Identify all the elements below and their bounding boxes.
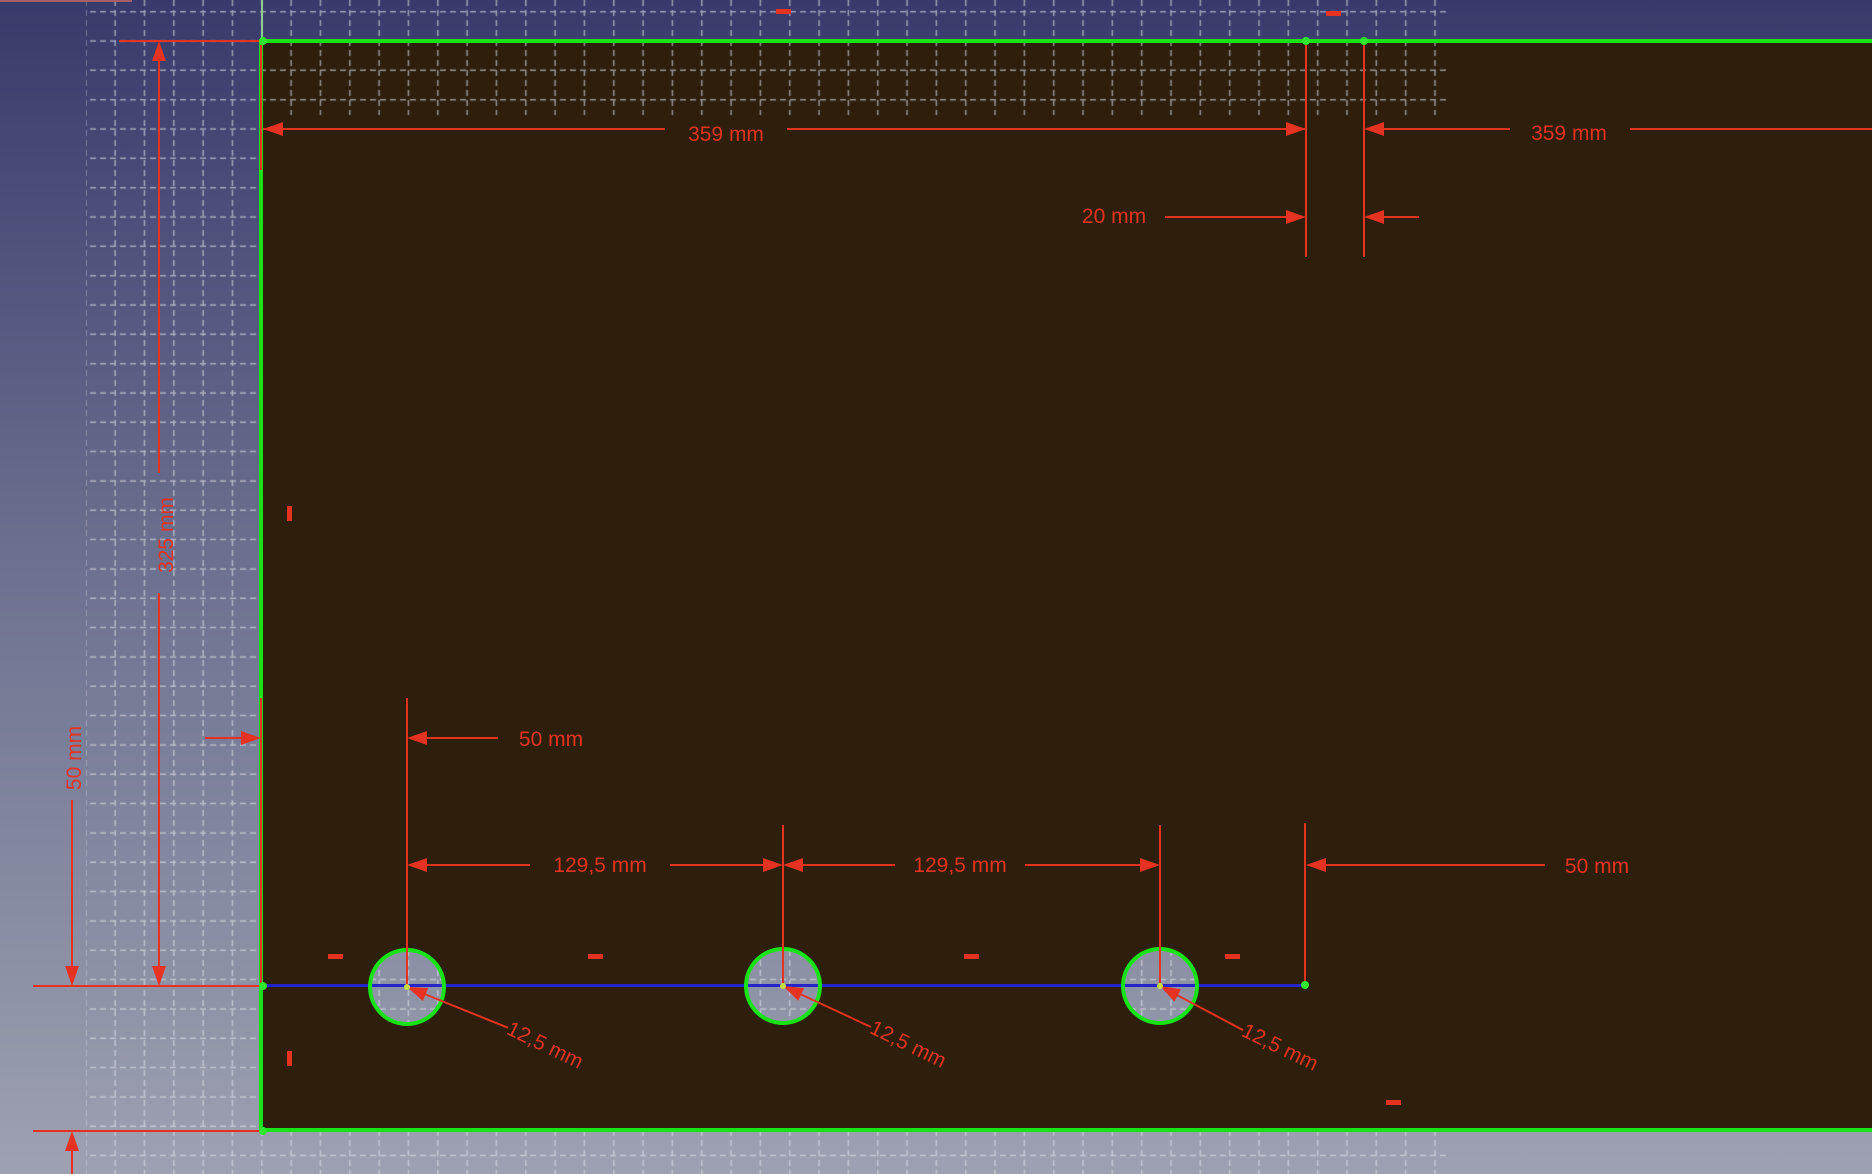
vertical-constraint-icon[interactable]	[287, 1051, 292, 1066]
dimension-line[interactable]	[158, 61, 160, 473]
line-endpoint[interactable]	[1301, 981, 1309, 989]
dimension-arrow	[1364, 210, 1384, 224]
horizontal-constraint-icon[interactable]	[776, 9, 791, 14]
vertical-constraint-icon[interactable]	[287, 506, 292, 521]
dimension-label-first-hole[interactable]: 50 mm	[519, 728, 583, 752]
extension-line	[1159, 825, 1161, 986]
dimension-arrow	[1140, 858, 1160, 872]
dimension-arrow	[783, 858, 803, 872]
dimension-arrow	[152, 41, 166, 61]
extension-line	[1304, 823, 1306, 985]
dimension-line[interactable]	[1165, 216, 1286, 218]
dimension-line[interactable]	[1025, 864, 1140, 866]
extension-line	[1363, 45, 1365, 257]
dimension-line[interactable]	[71, 800, 73, 966]
horizontal-constraint-icon[interactable]	[328, 954, 343, 959]
dimension-label-height[interactable]: 325 mm	[155, 497, 179, 573]
extension-line	[782, 825, 784, 986]
dimension-label-end-offset[interactable]: 50 mm	[1565, 855, 1629, 879]
extension-line-overlay	[260, 45, 262, 170]
horizontal-constraint-icon[interactable]	[588, 954, 603, 959]
dimension-arrow	[407, 858, 427, 872]
sketch-viewport: 359 mm 359 mm 20 mm 325 mm 50 mm 50 mm 1…	[0, 0, 1872, 1174]
horizontal-constraint-icon[interactable]	[1386, 1100, 1401, 1105]
dimension-arrow	[241, 731, 261, 745]
dimension-arrow	[65, 1131, 79, 1151]
dimension-label-spacing-2[interactable]: 129,5 mm	[913, 854, 1006, 878]
dimension-arrow	[407, 731, 427, 745]
dimension-line[interactable]	[427, 737, 498, 739]
dimension-line[interactable]	[1384, 128, 1510, 130]
dimension-arrow	[263, 122, 283, 136]
dimension-label-gap[interactable]: 20 mm	[1082, 205, 1146, 229]
dimension-arrow	[152, 966, 166, 986]
circle-center-point[interactable]	[404, 984, 410, 990]
extension-line	[1305, 45, 1307, 257]
dimension-arrow	[763, 858, 783, 872]
dimension-line[interactable]	[263, 128, 665, 130]
circle-center-point[interactable]	[1157, 983, 1163, 989]
horizontal-constraint-icon[interactable]	[1225, 954, 1240, 959]
dimension-line[interactable]	[1384, 216, 1419, 218]
dimension-label-bottom-offset[interactable]: 50 mm	[63, 726, 87, 790]
y-axis[interactable]	[261, 0, 263, 39]
dimension-label-right-width[interactable]: 359 mm	[1531, 122, 1607, 146]
edge-point[interactable]	[1302, 37, 1310, 45]
dimension-label-top-width[interactable]: 359 mm	[688, 123, 764, 147]
dimension-line[interactable]	[803, 864, 895, 866]
dimension-arrow	[1364, 122, 1384, 136]
dimension-line[interactable]	[158, 593, 160, 966]
extension-line	[119, 40, 261, 42]
circle-center-point[interactable]	[780, 983, 786, 989]
dimension-arrow	[1286, 210, 1306, 224]
line-endpoint[interactable]	[259, 982, 267, 990]
dimension-line[interactable]	[670, 864, 763, 866]
dimension-line[interactable]	[427, 864, 530, 866]
horizontal-constraint-icon[interactable]	[1326, 11, 1341, 16]
dimension-line[interactable]	[205, 737, 241, 739]
dimension-line[interactable]	[787, 128, 1306, 130]
origin-point[interactable]	[259, 37, 267, 45]
dimension-line[interactable]	[1326, 864, 1545, 866]
corner-point[interactable]	[259, 1127, 267, 1135]
sketch-edge-top[interactable]	[261, 39, 1872, 43]
sketch-grid-and-face	[0, 0, 1872, 1174]
dimension-line[interactable]	[71, 1151, 73, 1174]
sketch-edge-bottom[interactable]	[259, 1128, 1872, 1132]
horizontal-constraint-icon[interactable]	[964, 954, 979, 959]
dimension-line[interactable]	[1630, 128, 1872, 130]
dimension-arrow	[1306, 858, 1326, 872]
dimension-arrow	[65, 966, 79, 986]
dimension-label-spacing-1[interactable]: 129,5 mm	[553, 854, 646, 878]
dimension-arrow	[1286, 122, 1306, 136]
edge-point[interactable]	[1360, 37, 1368, 45]
x-axis[interactable]	[0, 0, 132, 2]
